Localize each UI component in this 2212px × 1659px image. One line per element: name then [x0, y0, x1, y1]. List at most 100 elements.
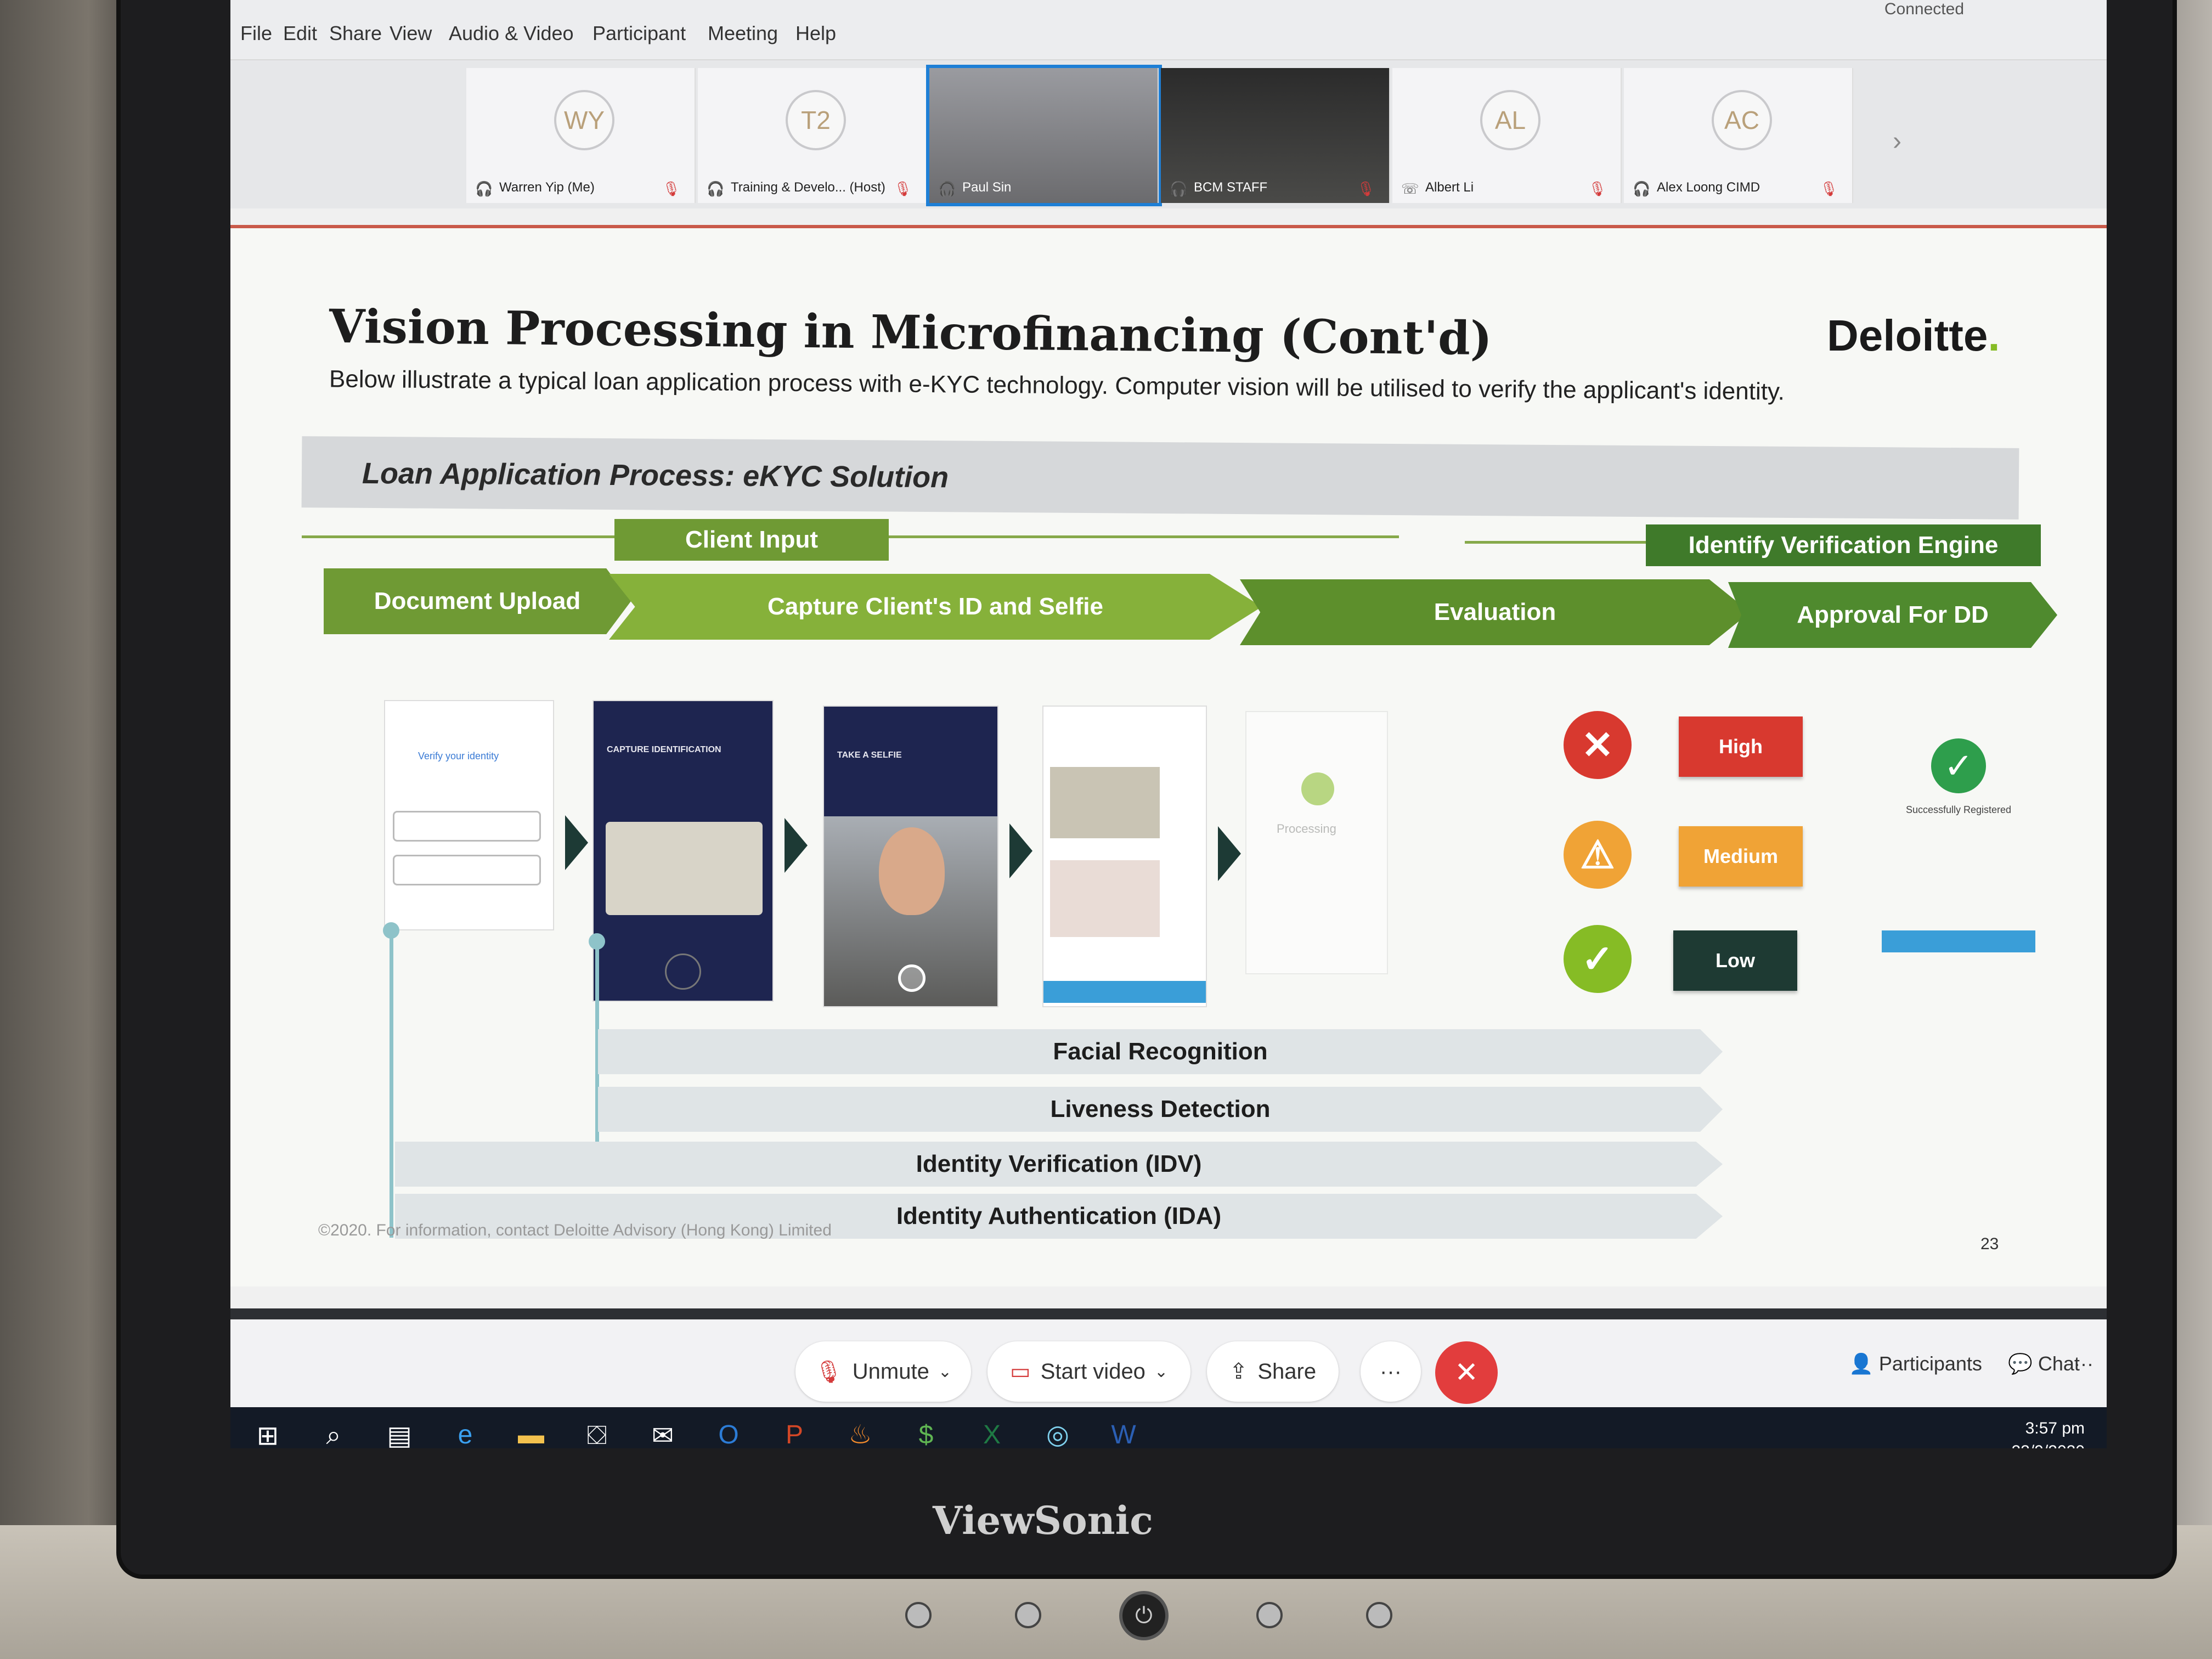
id-back-image: [1050, 860, 1160, 937]
headset-icon: 🎧: [1170, 180, 1188, 197]
participant-tile[interactable]: AC 🎧 Alex Loong CIMD 🎙: [1624, 68, 1853, 203]
mail-icon[interactable]: ✉: [636, 1414, 689, 1448]
selfie-photo: [824, 816, 997, 1006]
excel-icon[interactable]: X: [966, 1414, 1018, 1449]
connection-status: Connected: [1884, 0, 1964, 18]
participant-tile[interactable]: AL ☏ Albert Li 🎙: [1392, 68, 1622, 203]
menu-file[interactable]: File: [240, 22, 272, 45]
slide-footnote: ©2020. For information, contact Deloitte…: [318, 1221, 832, 1239]
phone-icon: ☏: [1401, 180, 1419, 197]
participants-label: Participants: [1878, 1352, 1982, 1375]
edge-icon[interactable]: e: [439, 1414, 492, 1449]
menu-help[interactable]: Help: [795, 22, 836, 45]
mic-muted-icon: 🎙: [1356, 180, 1375, 197]
menu-view[interactable]: View: [390, 22, 432, 45]
start-video-label: Start video: [1040, 1359, 1146, 1384]
passport-option: [393, 855, 541, 885]
unmute-button[interactable]: 🎙 Unmute ⌄: [795, 1341, 971, 1402]
unmute-label: Unmute: [852, 1359, 929, 1384]
chat-button[interactable]: 💬 Chat: [2008, 1352, 2080, 1375]
shutter-icon: [898, 964, 926, 992]
reject-icon: ✕: [1564, 711, 1632, 779]
participant-tile-active-speaker[interactable]: 🎧 Paul Sin: [926, 65, 1162, 206]
participant-name: Warren Yip (Me): [499, 180, 595, 195]
meeting-controls: 🎙 Unmute ⌄ ▭ Start video ⌄ ⇪ Share ··· ✕ 👤 Pa…: [230, 1308, 2107, 1407]
chevron-down-icon: ⌄: [1154, 1362, 1169, 1381]
mic-muted-icon: 🎙: [1819, 180, 1838, 197]
headset-icon: 🎧: [1633, 180, 1651, 197]
participant-tile[interactable]: T2 🎧 Training & Develo... (Host) 🎙: [698, 68, 927, 203]
banner-title: Loan Application Process: eKYC Solution: [362, 456, 949, 494]
done-button: [1882, 930, 2035, 952]
monitor: File Edit Share View Audio & Video Parti…: [121, 0, 2172, 1575]
slide-page-number: 23: [1980, 1235, 1999, 1253]
share-button[interactable]: ⇪ Share: [1207, 1341, 1339, 1402]
task-view-icon[interactable]: ▤: [373, 1414, 426, 1448]
more-options-button[interactable]: ···: [1361, 1341, 1421, 1402]
word-icon[interactable]: W: [1097, 1414, 1150, 1449]
headset-icon: 🎧: [938, 180, 956, 197]
power-icon[interactable]: ⏻: [1119, 1591, 1169, 1640]
system-clock[interactable]: 3:57 pm 23/9/2020: [2012, 1417, 2085, 1448]
participant-name: Training & Develo... (Host): [731, 180, 885, 195]
outlook-icon[interactable]: O: [702, 1414, 755, 1449]
screen: File Edit Share View Audio & Video Parti…: [230, 0, 2107, 1448]
risk-low: Low: [1673, 930, 1797, 991]
shared-slide: Vision Processing in Microfinancing (Con…: [230, 225, 2107, 1286]
mic-muted-icon: 🎙: [893, 180, 912, 197]
search-icon[interactable]: ⌕: [307, 1414, 360, 1448]
chevron-right-icon[interactable]: ›: [1893, 126, 1901, 156]
client-input-label: Client Input: [614, 519, 889, 561]
powerpoint-icon[interactable]: P: [768, 1414, 821, 1449]
phone-verify-identity: Verify your identity: [384, 700, 554, 930]
person-icon: 👤: [1849, 1352, 1874, 1375]
zoom-webex-icon[interactable]: ◎: [1031, 1414, 1084, 1448]
menu-audio-video[interactable]: Audio & Video: [449, 22, 574, 45]
menu-participant[interactable]: Participant: [592, 22, 686, 45]
monitor-button[interactable]: [1366, 1602, 1392, 1628]
flow-arrow: [1009, 823, 1032, 878]
id-option: [393, 811, 541, 842]
slide-subtitle: Below illustrate a typical loan applicat…: [329, 365, 1785, 405]
more-right-button[interactable]: ···: [2074, 1352, 2094, 1375]
avatar: AC: [1712, 90, 1772, 150]
dollar-app-icon[interactable]: $: [900, 1414, 952, 1449]
menu-share[interactable]: Share: [329, 22, 382, 45]
phone-success: ✓ Successfully Registered: [1876, 711, 2041, 963]
phone-processing: Processing: [1245, 711, 1388, 974]
monitor-button[interactable]: [905, 1602, 932, 1628]
menu-edit[interactable]: Edit: [283, 22, 317, 45]
timeline-dot: [383, 922, 399, 939]
timeline-line: [390, 930, 393, 1238]
id-card-image: [606, 822, 763, 915]
check-idv: Identity Verification (IDV): [395, 1142, 1723, 1187]
file-explorer-icon[interactable]: ▬: [505, 1414, 557, 1449]
start-video-button[interactable]: ▭ Start video ⌄: [988, 1341, 1190, 1402]
check-facial-recognition: Facial Recognition: [598, 1029, 1723, 1074]
mic-muted-icon: 🎙: [815, 1359, 843, 1384]
monitor-button[interactable]: [1256, 1602, 1283, 1628]
headset-icon: 🎧: [475, 180, 493, 197]
participant-tile[interactable]: WY 🎧 Warren Yip (Me) 🎙: [466, 68, 696, 203]
flow-arrow: [565, 815, 588, 870]
monitor-button[interactable]: [1015, 1602, 1041, 1628]
participant-name: Albert Li: [1425, 180, 1474, 195]
flow-arrow: [785, 818, 808, 873]
continue-button: [1043, 981, 1206, 1003]
participant-tile[interactable]: 🎧 BCM STAFF 🎙: [1161, 68, 1390, 203]
stage-evaluation: Evaluation: [1240, 579, 1750, 645]
store-icon[interactable]: ⛋: [571, 1414, 623, 1448]
windows-start-icon[interactable]: ⊞: [241, 1414, 294, 1448]
participants-button[interactable]: 👤 Participants: [1849, 1352, 1982, 1375]
check-icon: ✓: [1564, 925, 1632, 993]
clock-time: 3:57 pm: [2025, 1419, 2085, 1437]
clock-date: 23/9/2020: [2012, 1440, 2085, 1448]
end-meeting-button[interactable]: ✕: [1435, 1341, 1498, 1404]
share-label: Share: [1257, 1359, 1317, 1384]
flame-app-icon[interactable]: ♨: [834, 1414, 887, 1448]
verify-caption: Verify your identity: [418, 751, 499, 761]
processing-dot: [1301, 772, 1334, 805]
video-off-icon: ▭: [1009, 1359, 1031, 1384]
selfie-caption: TAKE A SELFIE: [837, 751, 902, 760]
menu-meeting[interactable]: Meeting: [708, 22, 778, 45]
